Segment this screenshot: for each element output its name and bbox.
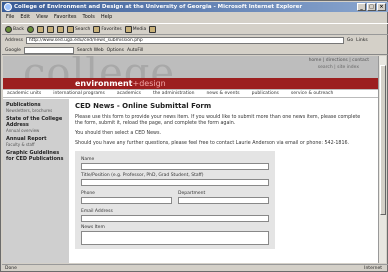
- address-input[interactable]: http://www.sed.uga.edu/ced/news_submissi…: [25, 37, 344, 44]
- refresh-icon: [46, 25, 54, 33]
- window-title: College of Environment and Design at the…: [14, 4, 303, 10]
- department-field[interactable]: [178, 197, 269, 204]
- google-search-web-button[interactable]: Search Web: [77, 48, 104, 53]
- name-label: Name: [81, 157, 95, 162]
- google-options-button[interactable]: Options: [107, 48, 124, 53]
- menu-help[interactable]: Help: [101, 13, 112, 22]
- stop-button[interactable]: [36, 25, 44, 33]
- star-icon: [93, 25, 101, 33]
- menu-edit[interactable]: Edit: [20, 13, 30, 22]
- nav-service-outreach[interactable]: service & outreach: [291, 90, 333, 97]
- search-button[interactable]: Search: [66, 25, 90, 33]
- select-paragraph: You should then select a CED News.: [75, 131, 161, 136]
- sidebar-item-publications[interactable]: Publications Newsletters, brochures: [6, 102, 66, 113]
- site-logo[interactable]: environment+design: [75, 78, 166, 89]
- stop-icon: [36, 25, 44, 33]
- address-bar: Address http://www.sed.uga.edu/ced/news_…: [2, 36, 388, 45]
- nav-publications[interactable]: publications: [252, 90, 279, 97]
- forward-button[interactable]: [26, 25, 34, 33]
- news-item-textarea[interactable]: [81, 231, 269, 245]
- close-button[interactable]: ×: [377, 3, 386, 11]
- media-button[interactable]: Media: [124, 25, 146, 33]
- nav-international-programs[interactable]: international programs: [53, 90, 105, 97]
- minimize-button[interactable]: _: [357, 3, 366, 11]
- favorites-button[interactable]: Favorites: [93, 25, 122, 33]
- maximize-button[interactable]: □: [367, 3, 376, 11]
- nav-academics[interactable]: academics: [117, 90, 141, 97]
- google-toolbar: Google Search Web Options AutoFill: [2, 46, 388, 55]
- department-label: Department: [178, 191, 206, 196]
- news-form: Name Title/Position (e.g. Professor, PhD…: [75, 151, 275, 249]
- nav-administration[interactable]: the administration: [153, 90, 195, 97]
- refresh-button[interactable]: [46, 25, 54, 33]
- home-icon: [56, 25, 64, 33]
- history-button[interactable]: [149, 25, 157, 33]
- status-bar: Done Internet: [2, 264, 388, 272]
- status-text: Done: [5, 266, 17, 271]
- brand-band: environment+design: [3, 78, 379, 89]
- history-icon: [149, 25, 157, 33]
- vertical-scrollbar[interactable]: [378, 56, 386, 263]
- email-label: Email Address: [81, 209, 113, 214]
- email-field[interactable]: [81, 215, 269, 222]
- address-label: Address: [5, 38, 23, 43]
- sidebar: Publications Newsletters, brochures Stat…: [3, 99, 69, 263]
- ie-logo-icon: [4, 3, 12, 11]
- banner-sub-links[interactable]: search | site index: [318, 65, 359, 70]
- standard-toolbar: Back Search Favorites Media: [2, 23, 388, 35]
- back-button[interactable]: Back: [5, 25, 24, 33]
- title-label: Title/Position (e.g. Professor, PhD, Gra…: [81, 173, 204, 178]
- media-icon: [124, 25, 132, 33]
- home-button[interactable]: [56, 25, 64, 33]
- links-button[interactable]: Links: [356, 38, 368, 43]
- search-icon: [66, 25, 74, 33]
- title-bar: College of Environment and Design at the…: [2, 2, 388, 12]
- forward-arrow-icon: [26, 25, 34, 33]
- sidebar-item-state-address[interactable]: State of the College Address Annual over…: [6, 116, 66, 133]
- name-field[interactable]: [81, 163, 269, 170]
- sidebar-item-graphic-guidelines[interactable]: Graphic Guidelines for CED Publications: [6, 150, 66, 162]
- go-button[interactable]: Go: [347, 38, 353, 43]
- status-zone: Internet: [364, 266, 382, 271]
- contact-paragraph: Should you have any further questions, p…: [75, 141, 350, 146]
- google-autofill-button[interactable]: AutoFill: [127, 48, 143, 53]
- title-field[interactable]: [81, 179, 269, 186]
- scroll-thumb[interactable]: [380, 65, 386, 215]
- intro-paragraph: Please use this form to provide your new…: [75, 115, 361, 126]
- phone-label: Phone: [81, 191, 95, 196]
- page-viewport: college home | directions | contact sear…: [3, 56, 379, 263]
- back-arrow-icon: [5, 25, 12, 33]
- main-content: CED News - Online Submittal Form Please …: [75, 102, 365, 262]
- google-label: Google: [5, 47, 21, 53]
- menu-tools[interactable]: Tools: [83, 13, 95, 22]
- news-item-label: News Item: [81, 225, 105, 230]
- menu-favorites[interactable]: Favorites: [54, 13, 77, 22]
- page-title: CED News - Online Submittal Form: [75, 102, 212, 110]
- browser-window: College of Environment and Design at the…: [0, 0, 388, 272]
- sidebar-item-annual-report[interactable]: Annual Report Faculty & staff: [6, 136, 66, 147]
- banner-top-links[interactable]: home | directions | contact: [309, 58, 369, 63]
- nav-news-events[interactable]: news & events: [206, 90, 239, 97]
- site-nav: academic units international programs ac…: [3, 90, 379, 98]
- google-search-input[interactable]: [23, 46, 74, 54]
- menu-file[interactable]: File: [6, 13, 14, 22]
- phone-field[interactable]: [81, 197, 172, 204]
- menu-view[interactable]: View: [36, 13, 48, 22]
- nav-academic-units[interactable]: academic units: [7, 90, 41, 97]
- menu-bar: File Edit View Favorites Tools Help: [2, 13, 388, 22]
